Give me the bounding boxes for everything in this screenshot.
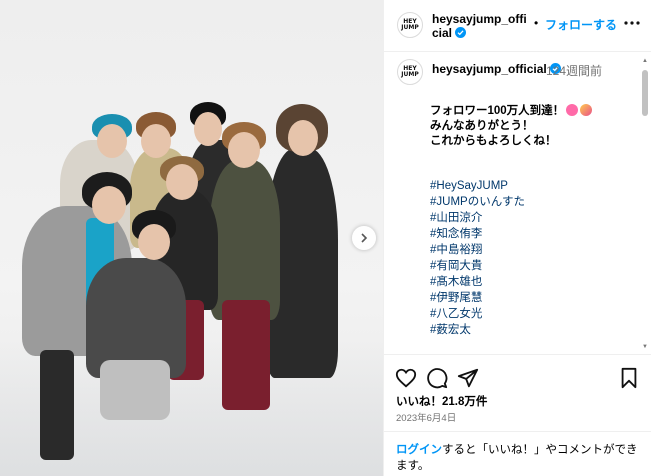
member-face [194, 112, 222, 146]
member-face [92, 186, 126, 224]
post-side-panel: HEY JUMP heysayjump_official • フォローする HEY… [383, 0, 651, 476]
bookmark-icon[interactable] [618, 367, 640, 389]
chevron-right-icon [361, 233, 368, 243]
header-username-link[interactable]: heysayjump_official [432, 12, 532, 40]
member-face [138, 224, 170, 260]
caption-line: みんなありがとう！ [430, 120, 534, 132]
post-photo[interactable] [0, 0, 383, 476]
member-face [166, 164, 198, 200]
header-username: heysayjump_official [432, 12, 527, 40]
brand-logo: HEY JUMP [401, 65, 419, 78]
caption-line: フォロワー100万人到達！ [430, 104, 593, 119]
verified-badge-icon [455, 27, 467, 38]
member-figure [100, 360, 170, 420]
hashtag-link[interactable]: #八乙女光 [430, 306, 525, 322]
next-photo-button[interactable] [352, 226, 376, 250]
hashtag-list: #HeySayJUMP #JUMPのいんすた #山田涼介 #知念侑李 #中島裕翔… [430, 178, 525, 338]
congrats-emoji-icon [566, 104, 579, 116]
hashtag-link[interactable]: #山田涼介 [430, 210, 525, 226]
heart-icon[interactable] [395, 367, 417, 389]
likes-count[interactable]: いいね！21.8万件 [396, 393, 487, 409]
login-link[interactable]: ログイン [396, 444, 442, 456]
comment-icon[interactable] [426, 367, 448, 389]
caption-username-link[interactable]: heysayjump_official [432, 62, 562, 76]
post-actions: いいね！21.8万件 2023年6月4日 ログインすると「いいね！」やコメントが… [384, 354, 651, 476]
scroll-up-arrow-icon[interactable]: ▲ [642, 58, 648, 64]
hashtag-link[interactable]: #伊野尾慧 [430, 290, 525, 306]
member-figure [210, 160, 280, 320]
member-figure [222, 300, 270, 410]
brand-logo: HEY JUMP [401, 18, 419, 31]
party-popper-emoji-icon [580, 104, 593, 116]
follow-button[interactable]: フォローする [545, 16, 617, 33]
scroll-down-arrow-icon[interactable]: ▼ [642, 344, 648, 350]
caption-scrollbar[interactable] [642, 70, 648, 346]
hashtag-link[interactable]: #HeySayJUMP [430, 178, 525, 194]
member-face [97, 124, 127, 158]
post-time[interactable]: 124週間前 [546, 62, 602, 79]
caption-area[interactable]: HEY JUMP heysayjump_official 124週間前 フォロワー… [384, 52, 651, 354]
more-options-icon[interactable] [622, 13, 642, 33]
separator-dot: • [534, 16, 539, 30]
hashtag-link[interactable]: #有岡大貴 [430, 258, 525, 274]
login-prompt: ログインすると「いいね！」やコメントができます。 [384, 431, 651, 476]
caption-line: これからもよろしくね！ [430, 135, 557, 147]
hashtag-link[interactable]: #知念侑李 [430, 226, 525, 242]
send-icon[interactable] [457, 367, 479, 389]
member-face [141, 124, 171, 158]
member-face [288, 120, 318, 156]
scrollbar-thumb[interactable] [642, 70, 648, 116]
caption-avatar[interactable]: HEY JUMP [397, 59, 423, 85]
post-date[interactable]: 2023年6月4日 [396, 410, 456, 424]
caption-username: heysayjump_official [432, 62, 547, 76]
profile-avatar[interactable]: HEY JUMP [397, 12, 423, 38]
caption-text: フォロワー100万人到達！ みんなありがとう！ これからもよろしくね！ [430, 104, 593, 149]
hashtag-link[interactable]: #薮宏太 [430, 322, 525, 338]
member-face [228, 132, 260, 168]
post-header: HEY JUMP heysayjump_official • フォローする [384, 0, 651, 52]
hashtag-link[interactable]: #髙木雄也 [430, 274, 525, 290]
hashtag-link[interactable]: #中島裕翔 [430, 242, 525, 258]
member-figure [40, 350, 74, 460]
hashtag-link[interactable]: #JUMPのいんすた [430, 194, 525, 210]
